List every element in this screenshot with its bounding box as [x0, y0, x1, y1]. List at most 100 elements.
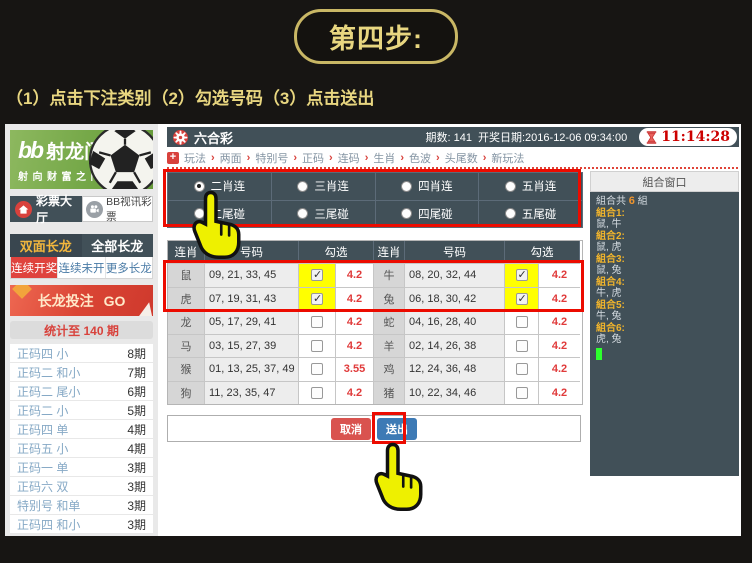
crumb-lianma[interactable]: 连码 [338, 150, 360, 166]
radio-icon[interactable] [297, 208, 308, 219]
combo-label: 組合3: [596, 254, 733, 266]
checkbox-icon[interactable] [311, 293, 323, 305]
checkbox-icon[interactable] [311, 269, 323, 281]
checkbox-icon[interactable] [516, 363, 528, 375]
streak-row[interactable]: 正码二 和小7期 [10, 363, 153, 382]
bettype-3-zodiac[interactable]: 三肖连 [272, 173, 375, 200]
streak-count: 7期 [127, 364, 146, 381]
odds-cell: 4.2 [539, 381, 580, 405]
checkbox-icon[interactable] [311, 316, 323, 328]
numbers-cell: 09, 21, 33, 45 [205, 263, 299, 287]
subtab-more-dragon[interactable]: 更多长龙 [105, 257, 152, 278]
crumb-playtype[interactable]: 玩法 [184, 150, 206, 166]
checkbox-cell[interactable] [299, 334, 336, 358]
game-header: 六合彩 期数: 141 开奖日期:2016-12-06 09:34:00 11:… [167, 127, 739, 147]
numbers-cell: 06, 18, 30, 42 [405, 287, 505, 311]
streak-row[interactable]: 特别号 和单3期 [10, 496, 153, 515]
breadcrumb: + 玩法› 两面› 特别号› 正码› 连码› 生肖› 色波› 头尾数› 新玩法 [167, 147, 741, 168]
bettype-4-tail[interactable]: 四尾碰 [376, 201, 479, 228]
bettype-5-zodiac[interactable]: 五肖连 [479, 173, 582, 200]
radio-icon[interactable] [194, 208, 205, 219]
subtab-consecutive-open[interactable]: 连续开奖 [11, 257, 57, 278]
streak-count: 3期 [127, 478, 146, 495]
instructions-text: （1）点击下注类别（2）勾选号码（3）点击送出 [6, 84, 374, 109]
checkbox-cell[interactable] [299, 357, 336, 381]
tab-two-side-dragon[interactable]: 双面长龙 [10, 234, 82, 257]
crumb-newplay[interactable]: 新玩法 [491, 150, 524, 166]
cancel-button[interactable]: 取消 [331, 418, 371, 440]
checkbox-icon[interactable] [516, 316, 528, 328]
radio-icon[interactable] [297, 181, 308, 192]
crumb-zodiac[interactable]: 生肖 [373, 150, 395, 166]
checkbox-cell[interactable] [299, 381, 336, 405]
numbers-cell: 05, 17, 29, 41 [205, 310, 299, 334]
streak-row[interactable]: 正码二 小5期 [10, 401, 153, 420]
bettype-2-tail[interactable]: 二尾碰 [168, 201, 271, 228]
streak-name: 正码一 单 [17, 459, 68, 476]
streak-row[interactable]: 正码四 小8期 [10, 344, 153, 363]
combo-summary: 組合共 6 組 [596, 196, 733, 208]
issue-number: 期数: 141 [426, 129, 472, 145]
streak-row[interactable]: 正码六 双3期 [10, 477, 153, 496]
numbers-cell: 01, 13, 25, 37, 49 [205, 357, 299, 381]
radio-icon[interactable] [505, 181, 516, 192]
radio-icon[interactable] [401, 181, 412, 192]
streak-row[interactable]: 正码五 小4期 [10, 439, 153, 458]
crumb-colorwave[interactable]: 色波 [409, 150, 431, 166]
bettype-5-tail[interactable]: 五尾碰 [479, 201, 582, 228]
streak-row[interactable]: 正码一 单3期 [10, 458, 153, 477]
tab-all-dragon[interactable]: 全部长龙 [82, 234, 154, 257]
dragon-bet-banner[interactable]: 长龙投注 GO [10, 285, 153, 316]
betting-app-window: bb射龙门 射向财富之门 彩票大厅 [5, 124, 741, 536]
streak-name: 正码五 小 [17, 440, 68, 457]
action-bar: 取消 送出 [167, 415, 581, 442]
zodiac-bet-table: 连肖 号码 勾选 连肖 号码 勾选 鼠 09, 21, 33, 45 4.2 牛… [167, 240, 583, 405]
radio-icon[interactable] [505, 208, 516, 219]
checkbox-cell[interactable] [505, 334, 539, 358]
submit-button[interactable]: 送出 [377, 418, 417, 440]
zodiac-cell: 虎 [168, 287, 205, 311]
checkbox-cell[interactable] [505, 287, 539, 311]
checkbox-cell[interactable] [299, 287, 336, 311]
odds-cell: 4.2 [336, 263, 374, 287]
combo-label: 組合2: [596, 231, 733, 243]
checkbox-icon[interactable] [311, 363, 323, 375]
subtab-consecutive-closed[interactable]: 连续未开 [57, 257, 104, 278]
checkbox-icon[interactable] [311, 387, 323, 399]
streak-name: 正码二 小 [17, 402, 68, 419]
checkbox-cell[interactable] [505, 263, 539, 287]
zodiac-cell: 龙 [168, 310, 205, 334]
col-header: 连肖 [168, 241, 205, 263]
streak-name: 正码二 尾小 [17, 383, 80, 400]
checkbox-icon[interactable] [516, 269, 528, 281]
radio-icon[interactable] [401, 208, 412, 219]
checkbox-icon[interactable] [311, 340, 323, 352]
checkbox-cell[interactable] [299, 263, 336, 287]
checkbox-cell[interactable] [299, 310, 336, 334]
soccer-ball-icon [87, 130, 153, 189]
checkbox-cell[interactable] [505, 310, 539, 334]
checkbox-icon[interactable] [516, 293, 528, 305]
bettype-4-zodiac[interactable]: 四肖连 [376, 173, 479, 200]
step-title: 第四步: [294, 9, 458, 64]
crumb-zhengma[interactable]: 正码 [302, 150, 324, 166]
streak-row[interactable]: 正码二 尾小6期 [10, 382, 153, 401]
crumb-headtail[interactable]: 头尾数 [445, 150, 478, 166]
odds-cell: 4.2 [539, 263, 580, 287]
col-header: 号码 [405, 241, 505, 263]
lottery-hall-button[interactable]: 彩票大厅 [10, 196, 82, 222]
bettype-2-zodiac[interactable]: 二肖连 [168, 173, 271, 200]
checkbox-cell[interactable] [505, 381, 539, 405]
checkbox-icon[interactable] [516, 387, 528, 399]
streak-row[interactable]: 正码四 和小3期 [10, 515, 153, 534]
bettype-3-tail[interactable]: 三尾碰 [272, 201, 375, 228]
hourglass-icon [646, 131, 657, 144]
radio-icon[interactable] [194, 181, 205, 192]
crumb-special[interactable]: 特别号 [255, 150, 288, 166]
checkbox-cell[interactable] [505, 357, 539, 381]
bb-video-lottery-button[interactable]: BB视讯彩票 [82, 196, 153, 222]
streak-row[interactable]: 正码四 单4期 [10, 420, 153, 439]
checkbox-icon[interactable] [516, 340, 528, 352]
combo-label: 組合5: [596, 300, 733, 312]
crumb-two-sides[interactable]: 两面 [220, 150, 242, 166]
